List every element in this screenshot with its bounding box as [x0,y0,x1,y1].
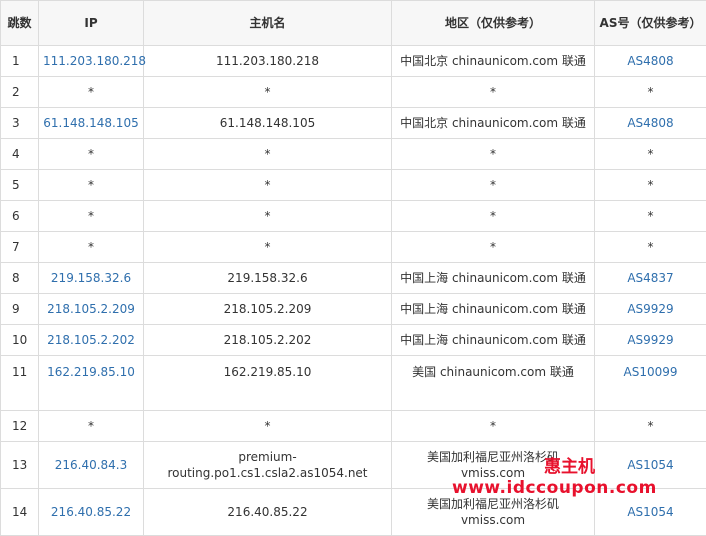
hop-number: 3 [1,108,39,139]
hostname-cell: 216.40.85.22 [144,489,392,536]
ip-link: * [39,139,144,170]
asn-link: * [595,201,706,232]
hostname-cell: * [144,201,392,232]
watermark-url: www.idccoupon.com [452,478,657,498]
hostname-cell: 162.219.85.10 [144,356,392,411]
header-hostname: 主机名 [144,1,392,46]
region-cell: 中国上海 chinaunicom.com 联通 [392,263,595,294]
asn-link: * [595,170,706,201]
asn-link[interactable]: AS4808 [595,108,706,139]
hop-number: 1 [1,46,39,77]
hop-number: 5 [1,170,39,201]
watermark-brand: 惠主机 [544,452,595,477]
hostname-cell: * [144,77,392,108]
hop-number: 14 [1,489,39,536]
asn-link: * [595,411,706,442]
ip-link: * [39,232,144,263]
ip-link: * [39,77,144,108]
table-row: 6**** [1,201,706,232]
asn-link: * [595,232,706,263]
region-cell: * [392,201,595,232]
table-row: 7**** [1,232,706,263]
hop-number: 9 [1,294,39,325]
header-asn: AS号（仅供参考） [595,1,706,46]
region-cell: * [392,77,595,108]
table-header-row: 跳数 IP 主机名 地区（仅供参考） AS号（仅供参考） [1,1,706,46]
hop-number: 7 [1,232,39,263]
asn-link[interactable]: AS4808 [595,46,706,77]
hop-number: 2 [1,77,39,108]
table-row: 8219.158.32.6219.158.32.6中国上海 chinaunico… [1,263,706,294]
ip-link[interactable]: 61.148.148.105 [39,108,144,139]
hostname-cell: * [144,139,392,170]
ip-link: * [39,411,144,442]
hop-number: 10 [1,325,39,356]
region-cell: * [392,170,595,201]
hostname-cell: * [144,170,392,201]
table-row: 9218.105.2.209218.105.2.209中国上海 chinauni… [1,294,706,325]
header-ip: IP [39,1,144,46]
region-cell: 美国 chinaunicom.com 联通 [392,356,595,411]
table-row: 2**** [1,77,706,108]
asn-link: * [595,139,706,170]
ip-link[interactable]: 218.105.2.202 [39,325,144,356]
table-row: 11162.219.85.10162.219.85.10美国 chinaunic… [1,356,706,411]
ip-link[interactable]: 216.40.85.22 [39,489,144,536]
table-row: 10218.105.2.202218.105.2.202中国上海 chinaun… [1,325,706,356]
asn-link[interactable]: AS9929 [595,294,706,325]
hostname-cell: premium-routing.po1.cs1.csla2.as1054.net [144,442,392,489]
asn-link[interactable]: AS4837 [595,263,706,294]
ip-link[interactable]: 216.40.84.3 [39,442,144,489]
table-row: 1111.203.180.218111.203.180.218中国北京 chin… [1,46,706,77]
hostname-cell: 219.158.32.6 [144,263,392,294]
ip-link: * [39,201,144,232]
region-cell: * [392,139,595,170]
ip-link[interactable]: 162.219.85.10 [39,356,144,411]
hop-number: 6 [1,201,39,232]
asn-link[interactable]: AS9929 [595,325,706,356]
hop-number: 12 [1,411,39,442]
hostname-cell: 111.203.180.218 [144,46,392,77]
ip-link[interactable]: 219.158.32.6 [39,263,144,294]
hostname-cell: * [144,411,392,442]
hostname-cell: * [144,232,392,263]
table-row: 5**** [1,170,706,201]
region-cell: 中国北京 chinaunicom.com 联通 [392,46,595,77]
traceroute-table: 跳数 IP 主机名 地区（仅供参考） AS号（仅供参考） 1111.203.18… [0,0,706,536]
hostname-cell: 218.105.2.202 [144,325,392,356]
ip-link: * [39,170,144,201]
table-row: 4**** [1,139,706,170]
header-hop: 跳数 [1,1,39,46]
asn-link: * [595,77,706,108]
region-cell: * [392,411,595,442]
ip-link[interactable]: 111.203.180.218 [39,46,144,77]
hostname-cell: 218.105.2.209 [144,294,392,325]
hop-number: 11 [1,356,39,411]
table-row: 12**** [1,411,706,442]
table-row: 361.148.148.10561.148.148.105中国北京 chinau… [1,108,706,139]
header-region: 地区（仅供参考） [392,1,595,46]
hostname-cell: 61.148.148.105 [144,108,392,139]
region-cell: 中国北京 chinaunicom.com 联通 [392,108,595,139]
hop-number: 13 [1,442,39,489]
hop-number: 8 [1,263,39,294]
region-cell: 中国上海 chinaunicom.com 联通 [392,325,595,356]
asn-link[interactable]: AS10099 [595,356,706,411]
hop-number: 4 [1,139,39,170]
region-cell: * [392,232,595,263]
ip-link[interactable]: 218.105.2.209 [39,294,144,325]
region-cell: 中国上海 chinaunicom.com 联通 [392,294,595,325]
